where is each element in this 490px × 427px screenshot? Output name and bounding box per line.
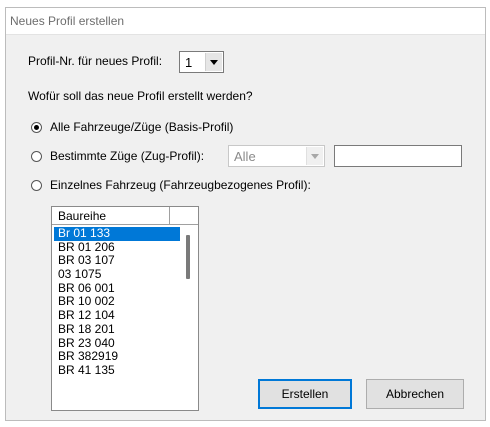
radio-basis-profil[interactable] [31,122,42,133]
list-item[interactable]: BR 382919 [54,349,180,364]
option-fahrzeug-profil-label: Einzelnes Fahrzeug (Fahrzeugbezogenes Pr… [50,178,311,192]
vehicle-listbox[interactable]: Baureihe Br 01 133 BR 01 206 BR 03 107 0… [51,206,199,411]
list-item[interactable]: BR 06 001 [54,281,180,296]
list-item[interactable]: BR 10 002 [54,295,180,309]
list-item[interactable]: BR 01 206 [54,240,180,255]
column-header-filler [170,207,198,225]
profile-number-label: Profil-Nr. für neues Profil: [28,54,163,68]
column-header-label: Baureihe [58,209,107,223]
profile-number-dropdown-button[interactable] [205,53,222,71]
new-profile-dialog: Neues Profil erstellen Profil-Nr. für ne… [5,7,486,421]
list-rows: Br 01 133 BR 01 206 BR 03 107 03 1075 BR… [54,226,180,378]
chevron-down-icon [210,60,218,65]
zug-filter-dropdown-button[interactable] [306,147,323,165]
zug-filter-value: Alle [234,149,256,164]
list-scrollbar-thumb[interactable] [186,235,190,279]
question-text: Wofür soll das neue Profil erstellt werd… [28,89,253,103]
profile-number-value: 1 [185,55,193,70]
list-item[interactable]: BR 03 107 [54,254,180,268]
create-button[interactable]: Erstellen [258,379,352,409]
list-item[interactable]: BR 18 201 [54,322,180,337]
radio-fahrzeug-profil[interactable] [31,180,42,191]
option-basis-profil-label: Alle Fahrzeuge/Züge (Basis-Profil) [50,120,234,134]
zug-filter-textbox[interactable] [334,145,462,167]
radio-zug-profil[interactable] [31,151,42,162]
profile-number-select[interactable]: 1 [179,51,224,73]
option-zug-profil-label: Bestimmte Züge (Zug-Profil): [50,149,205,163]
title-bar: Neues Profil erstellen [6,8,485,35]
list-item[interactable]: 03 1075 [54,267,180,282]
zug-filter-select[interactable]: Alle [228,145,325,167]
chevron-down-icon [311,154,319,159]
cancel-button[interactable]: Abbrechen [366,379,464,409]
list-item[interactable]: BR 12 104 [54,308,180,323]
dialog-title: Neues Profil erstellen [10,14,125,28]
list-item[interactable]: Br 01 133 [54,226,180,241]
column-header-baureihe[interactable]: Baureihe [52,207,170,225]
list-item[interactable]: BR 23 040 [54,336,180,351]
list-item[interactable]: BR 41 135 [54,363,180,378]
